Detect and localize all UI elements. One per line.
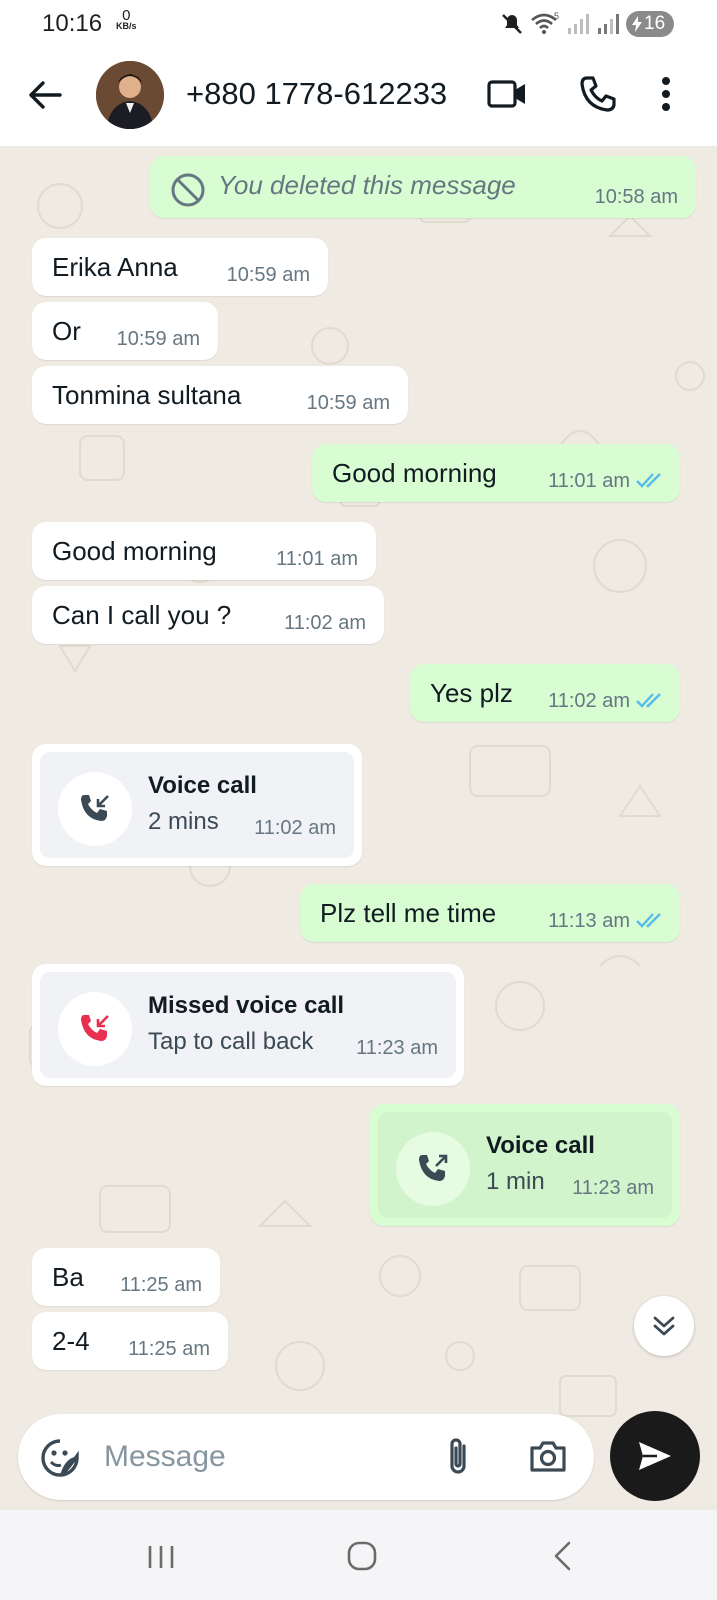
deleted-message-icon <box>171 173 205 207</box>
read-ticks-icon <box>636 913 661 928</box>
message-text: You deleted this message <box>218 170 516 200</box>
status-icons: 5 <box>500 10 622 38</box>
network-speed-unit: KB/s <box>116 21 137 31</box>
chat-area[interactable]: You deleted this message 10:58 am Erika … <box>0 146 717 1510</box>
message-text: 2-4 <box>52 1326 90 1356</box>
mute-icon <box>502 14 522 34</box>
outgoing-call-icon <box>419 1154 448 1181</box>
message-time-text: 11:01 am <box>548 470 630 492</box>
avatar[interactable] <box>96 61 164 129</box>
system-nav-bar <box>0 1510 717 1600</box>
video-call-icon[interactable] <box>486 76 528 112</box>
call-duration: 2 mins <box>148 808 219 835</box>
read-ticks-icon <box>636 693 661 708</box>
message-bubble-outgoing[interactable]: Yes plz 11:02 am <box>410 664 680 722</box>
status-bar: 10:16 0 KB/s 5 16 <box>0 0 717 48</box>
message-bubble-outgoing[interactable]: Good morning 11:01 am <box>312 444 680 502</box>
double-chevron-down-icon <box>653 1316 675 1336</box>
message-bubble-incoming[interactable]: Tonmina sultana 10:59 am <box>32 366 408 424</box>
call-duration: 1 min <box>486 1168 545 1195</box>
home-icon[interactable] <box>346 1540 378 1572</box>
message-time: 11:13 am <box>548 910 666 933</box>
missed-call-icon <box>81 1015 109 1041</box>
battery-level: 16 <box>644 13 666 34</box>
call-card[interactable]: Missed voice call Tap to call back 11:23… <box>40 972 456 1078</box>
attach-icon[interactable] <box>444 1436 472 1478</box>
message-bubble-incoming[interactable]: Can I call you ? 11:02 am <box>32 586 384 644</box>
message-time: 10:59 am <box>226 264 310 286</box>
message-text: Tonmina sultana <box>52 380 242 410</box>
camera-icon[interactable] <box>528 1438 568 1474</box>
message-time: 10:59 am <box>116 328 200 350</box>
message-text: Ba <box>52 1262 84 1292</box>
message-bubble-incoming[interactable]: Ba 11:25 am <box>32 1248 220 1306</box>
battery-charging-icon <box>632 16 642 32</box>
incoming-call-icon <box>81 795 109 821</box>
more-vert-icon[interactable] <box>660 76 672 112</box>
status-time: 10:16 <box>42 10 103 37</box>
svg-text:5: 5 <box>554 11 559 21</box>
message-text: Plz tell me time <box>320 898 497 928</box>
send-icon <box>639 1442 671 1470</box>
message-text: Good morning <box>52 536 217 566</box>
message-time: 11:02 am <box>284 612 366 634</box>
message-time: 11:02 am <box>548 690 666 713</box>
wifi-icon: 5 <box>531 11 559 34</box>
call-icon-circle <box>58 992 132 1066</box>
call-subtitle: Tap to call back <box>148 1028 314 1055</box>
contact-name[interactable]: +880 1778-612233 <box>186 76 447 112</box>
message-time: 11:25 am <box>120 1274 202 1296</box>
message-input[interactable] <box>104 1432 424 1482</box>
message-bubble-incoming[interactable]: Or 10:59 am <box>32 302 218 360</box>
emoji-icon[interactable] <box>40 1438 80 1478</box>
message-time: 11:23 am <box>356 1037 438 1059</box>
message-bubble-outgoing[interactable]: Plz tell me time 11:13 am <box>300 884 680 942</box>
message-time: 11:01 am <box>276 548 358 570</box>
send-button[interactable] <box>610 1411 700 1501</box>
message-bubble-incoming[interactable]: 2-4 11:25 am <box>32 1312 228 1370</box>
message-text: Yes plz <box>430 678 513 708</box>
call-message-incoming[interactable]: Voice call 2 mins 11:02 am <box>32 744 362 866</box>
scroll-to-bottom-button[interactable] <box>634 1296 694 1356</box>
signal-icon <box>568 14 589 34</box>
message-time: 11:01 am <box>548 470 666 493</box>
call-title: Missed voice call <box>148 992 345 1019</box>
nav-back-icon[interactable] <box>552 1540 572 1572</box>
call-card[interactable]: Voice call 2 mins 11:02 am <box>40 752 354 858</box>
chat-header: +880 1778-612233 <box>0 48 717 146</box>
phone-icon[interactable] <box>578 74 618 114</box>
call-card[interactable]: Voice call 1 min 11:23 am <box>378 1112 672 1218</box>
message-time: 11:02 am <box>254 817 336 839</box>
message-bubble-incoming[interactable]: Good morning 11:01 am <box>32 522 376 580</box>
back-arrow-icon[interactable] <box>26 76 64 114</box>
call-title: Voice call <box>148 772 257 799</box>
network-speed: 0 KB/s <box>116 7 137 31</box>
message-bubble-outgoing-deleted[interactable]: You deleted this message 10:58 am <box>150 156 696 218</box>
message-text: Good morning <box>332 458 497 488</box>
network-speed-value: 0 <box>122 7 131 24</box>
call-message-outgoing[interactable]: Voice call 1 min 11:23 am <box>370 1104 680 1226</box>
message-text: Can I call you ? <box>52 600 232 630</box>
message-time: 10:58 am <box>594 186 678 208</box>
message-bubble-incoming[interactable]: Erika Anna 10:59 am <box>32 238 328 296</box>
message-time: 10:59 am <box>306 392 390 414</box>
call-icon-circle <box>396 1132 470 1206</box>
call-title: Voice call <box>486 1132 595 1159</box>
message-text: Erika Anna <box>52 252 178 282</box>
message-time: 11:25 am <box>128 1338 210 1360</box>
call-message-missed[interactable]: Missed voice call Tap to call back 11:23… <box>32 964 464 1086</box>
message-time-text: 11:02 am <box>548 690 630 712</box>
message-composer <box>18 1414 594 1500</box>
message-text: Or <box>52 316 81 346</box>
call-icon-circle <box>58 772 132 846</box>
signal-icon <box>598 14 619 34</box>
message-time-text: 11:13 am <box>548 910 630 932</box>
message-time: 11:23 am <box>572 1177 654 1199</box>
recent-apps-icon[interactable] <box>146 1542 176 1572</box>
battery-indicator: 16 <box>626 11 674 37</box>
read-ticks-icon <box>636 473 661 488</box>
